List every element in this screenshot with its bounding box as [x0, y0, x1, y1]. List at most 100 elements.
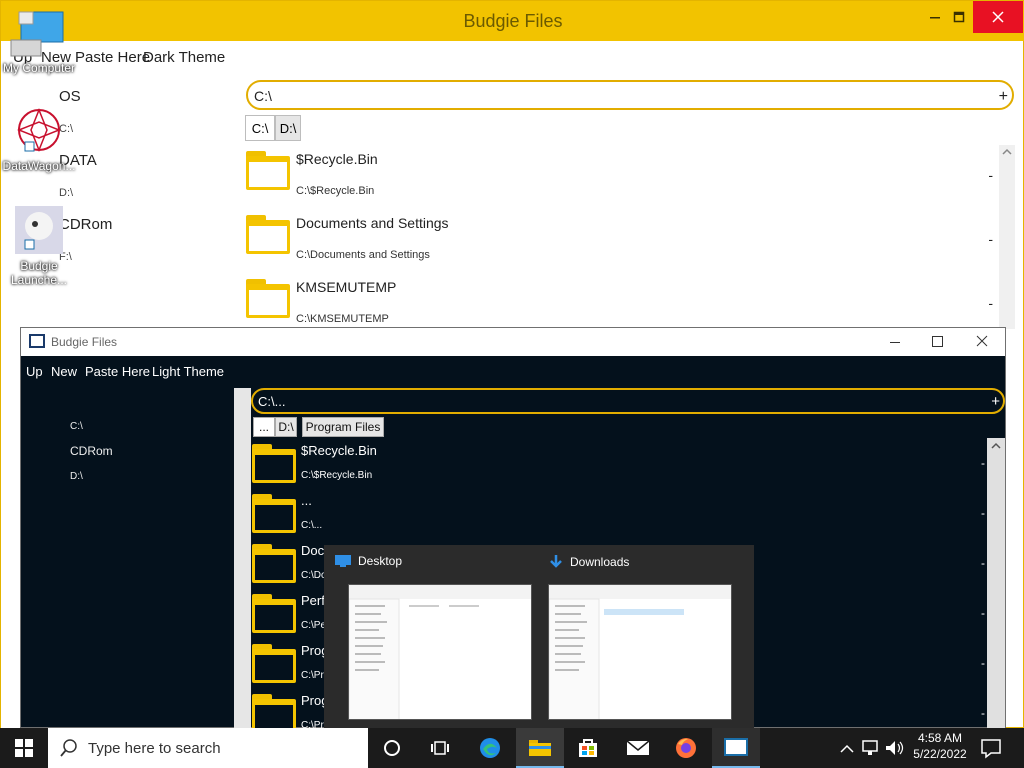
preview-thumbnail-desktop[interactable]: [348, 584, 532, 720]
start-button[interactable]: [0, 728, 48, 768]
task-view-button[interactable]: [416, 728, 464, 768]
item-action[interactable]: -: [988, 231, 993, 247]
taskbar-preview-popup: Desktop Downloads: [324, 545, 754, 728]
show-hidden-icons-button[interactable]: [836, 740, 858, 758]
mail-button[interactable]: [614, 728, 662, 768]
menu-up[interactable]: Up: [26, 364, 43, 379]
window-icon: [29, 334, 45, 348]
folder-icon: [246, 151, 290, 190]
sidebar-item-c[interactable]: C:\: [70, 421, 83, 432]
clock[interactable]: 4:58 AM 5/22/2022: [912, 731, 968, 761]
search-input[interactable]: Type here to search: [48, 728, 368, 768]
folder-icon: [252, 544, 296, 583]
title-bar[interactable]: Budgie Files: [21, 328, 1005, 356]
item-action[interactable]: -: [981, 456, 985, 470]
file-explorer-button[interactable]: [516, 728, 564, 768]
menu-dark-theme[interactable]: Dark Theme: [143, 49, 225, 66]
tab-d[interactable]: D:\: [275, 417, 297, 437]
tab-program-files[interactable]: Program Files: [302, 417, 384, 437]
item-path: C:\KMSEMUTEMP: [296, 313, 389, 325]
path-input[interactable]: C:\... +: [251, 388, 1005, 414]
desktop-icon-budgie-launcher[interactable]: Budgie Launche...: [2, 204, 76, 287]
item-name: $Recycle.Bin: [301, 443, 377, 458]
list-item[interactable]: $Recycle.Bin C:\$Recycle.Bin -: [251, 440, 987, 490]
item-action[interactable]: -: [981, 606, 985, 620]
scroll-up-icon: [991, 442, 1001, 449]
list-item[interactable]: KMSEMUTEMP C:\KMSEMUTEMP -: [243, 273, 998, 329]
preview-label: Downloads: [570, 555, 630, 569]
menu-light-theme[interactable]: Light Theme: [152, 364, 224, 379]
path-value: C:\: [254, 88, 272, 104]
window-title: Budgie Files: [463, 11, 563, 31]
firefox-icon: [676, 738, 696, 758]
close-icon: [992, 11, 1004, 23]
item-path: C:\$Recycle.Bin: [296, 185, 375, 197]
budgie-files-taskbar-button[interactable]: [712, 728, 760, 768]
menu-paste-here[interactable]: Paste Here: [85, 364, 150, 379]
cortana-circle-icon: [384, 740, 400, 756]
preview-label: Desktop: [358, 554, 403, 568]
search-placeholder: Type here to search: [88, 740, 221, 757]
item-name: KMSEMUTEMP: [296, 279, 397, 295]
tab-d[interactable]: D:\: [275, 115, 301, 141]
close-button[interactable]: [973, 1, 1023, 33]
maximize-button[interactable]: [921, 328, 955, 356]
folder-icon: [252, 594, 296, 633]
sidebar-item-data-path: D:\: [59, 187, 74, 199]
scrollbar[interactable]: [987, 438, 1005, 729]
preview-downloads-header[interactable]: Downloads: [548, 554, 629, 570]
sidebar-item-d[interactable]: D:\: [70, 471, 83, 482]
windows-icon: [15, 739, 33, 757]
sidebar-item-cdrom[interactable]: CDRom: [70, 444, 113, 458]
folder-icon: [529, 740, 551, 756]
item-action[interactable]: -: [981, 556, 985, 570]
list-item[interactable]: Documents and Settings C:\Documents and …: [243, 209, 998, 271]
tab-parent[interactable]: ...: [253, 417, 275, 437]
desktop-icon-label: Budgie Launche...: [10, 259, 68, 287]
notifications-button[interactable]: [978, 736, 1004, 760]
desktop-icon-datawagon[interactable]: DataWagon...: [2, 106, 76, 173]
clock-date: 5/22/2022: [913, 747, 967, 761]
explorer-thumbnail-icon: [549, 585, 731, 719]
search-icon: [60, 739, 77, 757]
item-action[interactable]: -: [988, 167, 993, 183]
firefox-button[interactable]: [662, 728, 710, 768]
add-tab-button[interactable]: +: [991, 393, 1000, 410]
menu-new[interactable]: New: [51, 364, 77, 379]
folder-icon: [252, 694, 296, 729]
item-action[interactable]: -: [981, 656, 985, 670]
scrollbar[interactable]: [999, 145, 1015, 329]
network-icon[interactable]: [860, 738, 882, 758]
cortana-button[interactable]: [368, 728, 416, 768]
path-value: C:\...: [258, 394, 286, 409]
list-item[interactable]: $Recycle.Bin C:\$Recycle.Bin -: [243, 145, 998, 207]
sidebar-scrollbar[interactable]: [234, 388, 251, 729]
minimize-button[interactable]: [879, 328, 913, 356]
add-tab-button[interactable]: +: [999, 88, 1008, 106]
item-action[interactable]: -: [988, 295, 993, 311]
sidebar-item-os[interactable]: OS: [59, 88, 81, 105]
list-item[interactable]: ... C:\... -: [251, 490, 987, 540]
mail-icon: [626, 740, 650, 755]
preview-thumbnail-downloads[interactable]: [548, 584, 732, 720]
close-button[interactable]: [965, 328, 999, 356]
edge-button[interactable]: [466, 728, 514, 768]
close-icon: [976, 335, 988, 347]
preview-desktop-header[interactable]: Desktop: [334, 554, 402, 568]
folder-icon: [246, 279, 290, 318]
edge-icon: [480, 738, 500, 758]
item-action[interactable]: -: [981, 706, 985, 720]
tab-c[interactable]: C:\: [245, 115, 275, 141]
desktop-icon-my-computer[interactable]: My Computer: [2, 10, 76, 75]
title-bar[interactable]: Budgie Files: [1, 1, 1024, 41]
task-view-icon: [431, 741, 449, 755]
item-path: C:\...: [301, 520, 323, 531]
volume-icon[interactable]: [884, 738, 906, 758]
window-title: Budgie Files: [51, 335, 118, 349]
computer-icon: [10, 11, 64, 57]
menu-paste-here[interactable]: Paste Here: [75, 49, 150, 66]
path-input[interactable]: C:\ +: [246, 80, 1014, 110]
item-action[interactable]: -: [981, 506, 985, 520]
window-icon: [724, 738, 748, 756]
store-button[interactable]: [564, 728, 612, 768]
